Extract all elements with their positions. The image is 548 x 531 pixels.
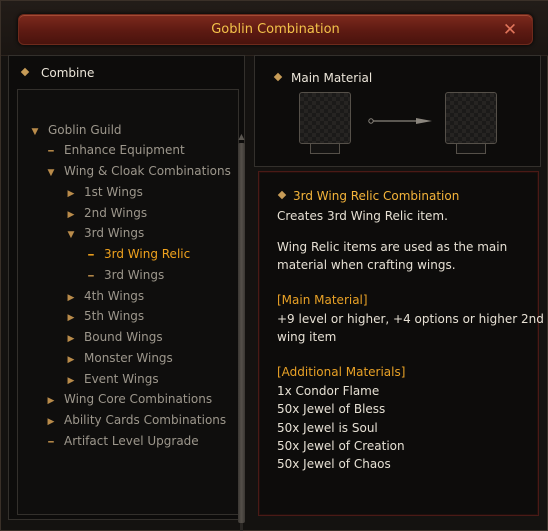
tree-item-label: 3rd Wings (104, 268, 165, 282)
tree-item-label: 2nd Wings (84, 206, 148, 220)
tree-item-label: 4th Wings (84, 289, 145, 303)
arrow-right-icon: ▶ (67, 293, 75, 303)
tree-item-label: Ability Cards Combinations (64, 413, 227, 427)
tree-item-label: 3rd Wings (84, 226, 145, 240)
tree-item[interactable]: ▶ Wing Core Combinations (46, 392, 213, 406)
tree-item-label: 3rd Wing Relic (104, 247, 191, 261)
tree-item[interactable]: ▶ 4th Wings (66, 289, 145, 303)
arrow-right-icon: ▶ (67, 313, 75, 323)
tree-item[interactable]: ▶ Bound Wings (66, 330, 163, 344)
goblin-combination-window: Goblin Combination ✕ Combine ▼ Goblin Gui… (0, 0, 548, 531)
tree-item[interactable]: ━ Enhance Equipment (46, 143, 185, 157)
info-text-line: 50x Jewel of Chaos (277, 457, 391, 471)
combine-panel: Combine ▼ Goblin Guild ━ Enhance Equipment ▼… (8, 55, 245, 531)
material-input-slot[interactable] (299, 92, 351, 144)
scroll-up-icon[interactable]: ▲ (237, 133, 246, 141)
info-section-heading: [Main Material] (277, 293, 368, 307)
arrow-right-icon: ▶ (47, 417, 55, 427)
tree-item[interactable]: ▼ Goblin Guild (30, 123, 122, 137)
tree-item-label: Bound Wings (84, 330, 163, 344)
info-text-line: wing item (277, 330, 337, 344)
combination-tree: ▼ Goblin Guild ━ Enhance Equipment ▼ Wing & C… (17, 89, 245, 531)
combine-header: Combine (41, 66, 95, 80)
info-text-line: 1x Condor Flame (277, 384, 380, 398)
info-text-line: material when crafting wings. (277, 258, 456, 272)
info-section-heading: [Additional Materials] (277, 365, 406, 379)
arrow-right-icon: ▶ (67, 376, 75, 386)
tree-item[interactable]: ▶ Ability Cards Combinations (46, 413, 227, 427)
close-icon[interactable]: ✕ (500, 20, 520, 40)
tree-item[interactable]: ▶ 2nd Wings (66, 206, 148, 220)
tree-item-label: 1st Wings (84, 185, 143, 199)
combination-info-panel: 3rd Wing Relic Combination Creates 3rd W… (258, 171, 544, 516)
title-bar: Goblin Combination ✕ (1, 1, 548, 56)
result-slot-tab (456, 144, 486, 154)
info-text-line: 50x Jewel of Bless (277, 402, 386, 416)
tree-item[interactable]: ▶ Monster Wings (66, 351, 173, 365)
tree-item-label: Monster Wings (84, 351, 173, 365)
tree-item[interactable]: ▼ 3rd Wings (66, 226, 145, 240)
tree-item-label: Wing & Cloak Combinations (64, 164, 231, 178)
input-slot-tab (310, 144, 340, 154)
tree-item-label: Enhance Equipment (64, 143, 185, 157)
tree-scrollbar[interactable]: ▲ ▼ (237, 133, 246, 531)
material-result-slot[interactable] (445, 92, 497, 144)
tree-item[interactable]: ▶ 1st Wings (66, 185, 143, 199)
tree-item[interactable]: ▶ Event Wings (66, 372, 159, 386)
dash-icon: ━ (88, 272, 94, 282)
arrow-down-icon: ▼ (47, 168, 55, 178)
title-bar-plate: Goblin Combination ✕ (18, 14, 533, 45)
scroll-thumb[interactable] (238, 143, 245, 523)
tree-item[interactable]: ▶ 5th Wings (66, 309, 145, 323)
window-title: Goblin Combination (211, 22, 340, 37)
tree-item[interactable]: ━ 3rd Wing Relic (86, 247, 190, 261)
info-text-line: 50x Jewel is Soul (277, 421, 378, 435)
diamond-bullet-icon (277, 190, 287, 200)
tree-item[interactable]: ▼ Wing & Cloak Combinations (46, 164, 231, 178)
diamond-bullet-icon (273, 72, 283, 82)
main-material-panel: Main Material (254, 55, 541, 167)
arrow-right-icon (368, 118, 432, 124)
tree-item-label: 5th Wings (84, 309, 145, 323)
tree-item-label: Artifact Level Upgrade (64, 434, 199, 448)
tree-item-label: Goblin Guild (48, 123, 122, 137)
info-text-line: 50x Jewel of Creation (277, 439, 405, 453)
main-material-label: Main Material (291, 71, 373, 85)
arrow-right-icon: ▶ (67, 210, 75, 220)
arrow-right-icon: ▶ (67, 189, 75, 199)
tree-item-label: Wing Core Combinations (64, 392, 213, 406)
arrow-right-icon: ▶ (47, 396, 55, 406)
arrow-right-icon: ▶ (67, 334, 75, 344)
arrow-down-icon: ▼ (67, 230, 75, 240)
tree-item[interactable]: ━ Artifact Level Upgrade (46, 434, 199, 448)
arrow-right-icon: ▶ (67, 355, 75, 365)
info-text-line: +9 level or higher, +4 options or higher… (277, 312, 544, 326)
dash-icon: ━ (48, 147, 54, 157)
arrow-down-icon: ▼ (31, 127, 39, 137)
diamond-bullet-icon (20, 67, 30, 77)
dash-icon: ━ (88, 251, 94, 261)
tree-item[interactable]: ━ 3rd Wings (86, 268, 164, 282)
info-text-line: Wing Relic items are used as the main (277, 240, 508, 254)
info-text-line: Creates 3rd Wing Relic item. (277, 209, 448, 223)
tree-item-label: Event Wings (84, 372, 159, 386)
dash-icon: ━ (48, 438, 54, 448)
combination-title: 3rd Wing Relic Combination (293, 189, 460, 203)
